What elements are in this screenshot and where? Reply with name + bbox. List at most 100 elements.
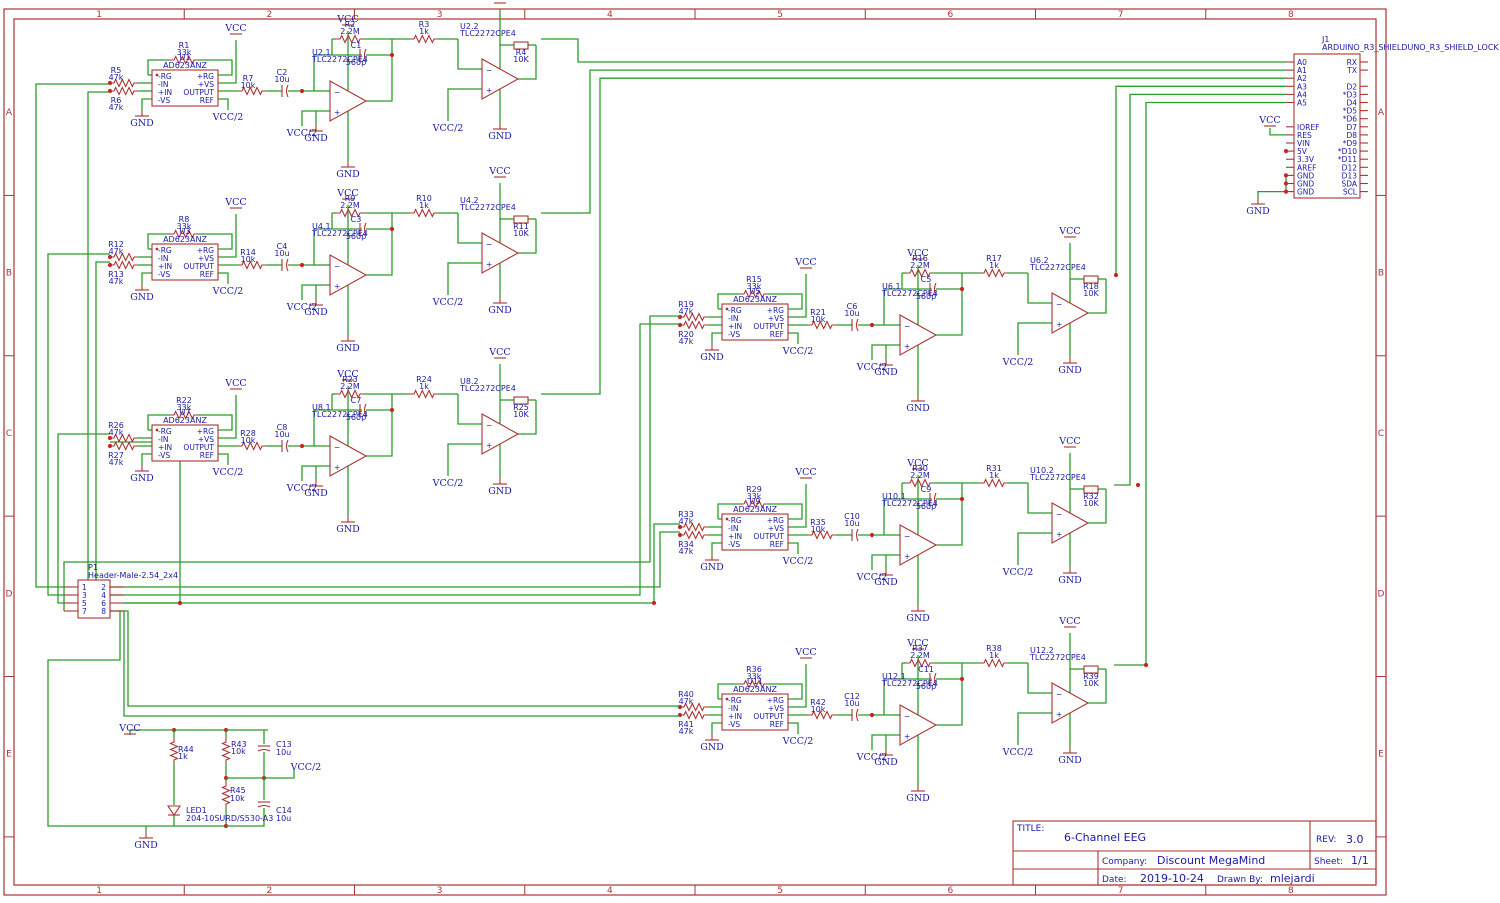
capacitor-ref: C1 — [351, 41, 362, 50]
capacitor-ref: C11 — [918, 665, 934, 674]
drawn-by-label: Drawn By: — [1217, 875, 1263, 885]
wire — [301, 284, 316, 300]
frame-col-label: 3 — [437, 10, 443, 20]
noninverting-input-sign: + — [1056, 320, 1062, 329]
wire — [788, 664, 807, 708]
inverting-input-sign: − — [904, 712, 910, 721]
series-resistor — [410, 208, 438, 218]
frame-col-label: 5 — [777, 886, 783, 896]
junction-dot — [177, 600, 183, 606]
wire — [457, 39, 482, 70]
header-part: Header-Male-2.54_2x4 — [88, 571, 178, 580]
vcc-half-label: VCC/2 — [782, 736, 814, 747]
drawn-by-value: mlejardi — [1270, 872, 1315, 885]
wire — [1257, 190, 1286, 198]
resistor-value: 1k — [989, 261, 999, 270]
vcc-label: VCC — [794, 647, 816, 658]
inverting-input-sign: − — [486, 66, 492, 75]
vcc-half-label: VCC/2 — [782, 346, 814, 357]
date-label: Date: — [1102, 875, 1127, 885]
inverting-input-sign: − — [1056, 690, 1062, 699]
resistor-value: 2.2M — [910, 261, 930, 270]
wire — [1027, 663, 1052, 694]
wire — [871, 554, 886, 570]
frame-col-label: 7 — [1118, 10, 1124, 20]
wire — [936, 483, 963, 546]
pot-value: 10K — [1083, 499, 1099, 508]
gnd-label: GND — [1058, 365, 1082, 376]
frame-row-label: D — [1378, 589, 1385, 599]
inamp-pin-REF: REF — [200, 270, 214, 279]
capacitor-ref: C7 — [351, 396, 362, 405]
wire — [124, 531, 680, 588]
pot-value: 10K — [513, 410, 529, 419]
wire — [936, 663, 963, 726]
junction-dot — [299, 262, 305, 268]
wire — [788, 484, 807, 528]
noninverting-input-sign: + — [904, 732, 910, 741]
coupling-capacitor — [855, 318, 859, 332]
resistor-value: 47k — [679, 727, 694, 736]
gnd-label: GND — [1058, 755, 1082, 766]
divider-resistor — [221, 782, 231, 808]
wire — [123, 611, 680, 717]
junction-dot — [1143, 662, 1149, 668]
resistor-value: 1k — [989, 651, 999, 660]
resistor-value: 1k — [178, 752, 188, 761]
frame-row-label: B — [1378, 269, 1384, 279]
wire — [1269, 128, 1286, 136]
company-label: Company: — [1102, 857, 1147, 867]
capacitor-value: 10u — [274, 430, 289, 439]
wire — [1027, 273, 1052, 304]
wire — [315, 110, 330, 125]
wire — [301, 110, 316, 126]
vcc-half-label: VCC/2 — [856, 572, 888, 583]
wire — [218, 272, 229, 284]
header-pin-7: 7 — [82, 607, 87, 616]
coupling-capacitor — [285, 258, 289, 272]
capacitor-value: 560p — [916, 682, 936, 691]
wire — [711, 722, 722, 734]
gnd-label: GND — [700, 562, 724, 573]
inamp-pin--VS: -VS — [728, 720, 740, 729]
gnd-label: GND — [906, 403, 930, 414]
gnd-label: GND — [1058, 575, 1082, 586]
wire — [108, 610, 680, 707]
arduino-pin-GND: GND — [1297, 188, 1314, 197]
wire — [1017, 712, 1052, 745]
inamp-part: AD623ANZ — [163, 416, 207, 425]
wire — [885, 734, 900, 749]
vcc-label: VCC — [1058, 436, 1080, 447]
junction-dot — [1135, 482, 1141, 488]
vcc-half-label: VCC/2 — [1002, 747, 1034, 758]
coupling-capacitor — [855, 708, 859, 722]
resistor-value: 47k — [679, 517, 694, 526]
bias-capacitor — [257, 804, 271, 808]
vcc-half-label: VCC/2 — [1002, 567, 1034, 578]
resistor-value: 1k — [989, 471, 999, 480]
resistor-value: 47k — [109, 103, 124, 112]
rev-value: 3.0 — [1346, 833, 1364, 846]
wire — [87, 91, 124, 588]
capacitor-value: 560p — [916, 502, 936, 511]
inamp-part: AD623ANZ — [733, 685, 777, 694]
wire — [225, 764, 295, 779]
pot-value: 10K — [513, 55, 529, 64]
resistor-value: 2.2M — [910, 471, 930, 480]
gnd-label: GND — [130, 473, 154, 484]
vcc-label: VCC — [1258, 115, 1280, 126]
wire — [447, 262, 482, 295]
wire — [47, 611, 146, 827]
resistor-value: 47k — [679, 697, 694, 706]
series-resistor — [410, 389, 438, 399]
rev-label: REV: — [1316, 835, 1336, 845]
opamp-part: TLC2272CPE4 — [459, 203, 516, 212]
noninverting-input-sign: + — [486, 260, 492, 269]
resistor-value: 47k — [679, 337, 694, 346]
bias-capacitor — [257, 748, 271, 752]
vcc-half-label: VCC/2 — [212, 112, 244, 123]
junction-dot — [651, 600, 657, 606]
wire — [1017, 532, 1052, 565]
gnd-label: GND — [130, 292, 154, 303]
wire — [141, 272, 152, 284]
